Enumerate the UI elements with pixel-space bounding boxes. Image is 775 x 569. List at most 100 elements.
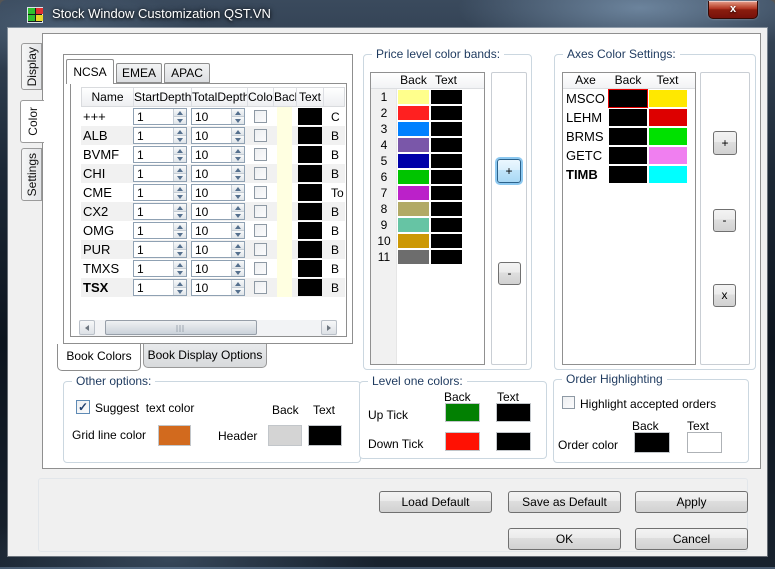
scroll-left-arrow-icon[interactable] — [79, 320, 95, 335]
start-depth-spinner[interactable] — [133, 279, 187, 296]
tab-display[interactable]: Display — [21, 43, 42, 90]
spinner-arrows-icon[interactable] — [231, 185, 244, 200]
total-depth-input[interactable] — [192, 242, 231, 257]
axe-text-swatch[interactable] — [648, 90, 687, 107]
band-back-swatch[interactable] — [398, 170, 429, 184]
total-depth-spinner[interactable] — [191, 127, 245, 144]
text-color-swatch[interactable] — [297, 108, 322, 125]
start-depth-spinner[interactable] — [133, 241, 187, 258]
text-color-swatch[interactable] — [297, 146, 322, 163]
color-checkbox[interactable] — [253, 186, 267, 199]
spinner-arrows-icon[interactable] — [231, 204, 244, 219]
axe-text-swatch[interactable] — [648, 128, 687, 145]
spinner-arrows-icon[interactable] — [231, 109, 244, 124]
band-text-swatch[interactable] — [430, 90, 462, 104]
axe-text-swatch[interactable] — [648, 166, 687, 183]
start-depth-input[interactable] — [134, 261, 173, 276]
color-checkbox[interactable] — [253, 167, 267, 180]
close-button[interactable]: x — [708, 1, 758, 19]
color-checkbox[interactable] — [253, 148, 267, 161]
spinner-arrows-icon[interactable] — [173, 204, 186, 219]
band-back-swatch[interactable] — [398, 250, 429, 264]
text-color-swatch[interactable] — [297, 184, 322, 201]
spinner-arrows-icon[interactable] — [231, 166, 244, 181]
band-back-swatch[interactable] — [398, 218, 429, 232]
order-text-swatch[interactable] — [687, 432, 722, 453]
tab-color[interactable]: Color — [20, 100, 44, 143]
back-color-swatch[interactable] — [277, 221, 292, 240]
spinner-arrows-icon[interactable] — [173, 280, 186, 295]
tab-settings[interactable]: Settings — [21, 148, 42, 201]
spinner-arrows-icon[interactable] — [173, 185, 186, 200]
band-text-swatch[interactable] — [430, 218, 462, 232]
delete-axe-button[interactable]: x — [713, 284, 736, 307]
text-color-swatch[interactable] — [297, 260, 322, 277]
total-depth-spinner[interactable] — [191, 260, 245, 277]
scrollbar-thumb[interactable] — [105, 320, 257, 335]
band-text-swatch[interactable] — [430, 122, 462, 136]
total-depth-spinner[interactable] — [191, 203, 245, 220]
color-checkbox[interactable] — [253, 224, 267, 237]
axe-back-swatch[interactable] — [609, 128, 647, 145]
band-text-swatch[interactable] — [430, 186, 462, 200]
total-depth-input[interactable] — [192, 147, 231, 162]
total-depth-spinner[interactable] — [191, 146, 245, 163]
text-color-swatch[interactable] — [297, 241, 322, 258]
save-as-default-button[interactable]: Save as Default — [508, 491, 621, 513]
total-depth-input[interactable] — [192, 223, 231, 238]
axe-back-swatch[interactable] — [609, 90, 647, 107]
back-color-swatch[interactable] — [277, 202, 292, 221]
add-band-button[interactable]: + — [497, 159, 521, 183]
band-text-swatch[interactable] — [430, 138, 462, 152]
spinner-arrows-icon[interactable] — [173, 261, 186, 276]
text-color-swatch[interactable] — [297, 279, 322, 296]
remove-axe-button[interactable]: - — [713, 209, 736, 232]
total-depth-spinner[interactable] — [191, 279, 245, 296]
tick-text-swatch[interactable] — [496, 432, 531, 451]
start-depth-input[interactable] — [134, 280, 173, 295]
band-text-swatch[interactable] — [430, 234, 462, 248]
back-color-swatch[interactable] — [277, 259, 292, 278]
header-totaldepth[interactable]: TotalDepth — [192, 88, 248, 106]
spinner-arrows-icon[interactable] — [173, 147, 186, 162]
back-color-swatch[interactable] — [277, 145, 292, 164]
color-checkbox[interactable] — [253, 129, 267, 142]
tick-back-swatch[interactable] — [445, 403, 480, 422]
start-depth-spinner[interactable] — [133, 184, 187, 201]
total-depth-spinner[interactable] — [191, 222, 245, 239]
text-color-swatch[interactable] — [297, 165, 322, 182]
total-depth-input[interactable] — [192, 204, 231, 219]
text-color-swatch[interactable] — [297, 203, 322, 220]
axe-back-swatch[interactable] — [609, 166, 647, 183]
spinner-arrows-icon[interactable] — [173, 166, 186, 181]
ok-button[interactable]: OK — [508, 528, 621, 550]
total-depth-input[interactable] — [192, 185, 231, 200]
header-text[interactable]: Text — [297, 88, 324, 106]
spinner-arrows-icon[interactable] — [231, 128, 244, 143]
band-back-swatch[interactable] — [398, 186, 429, 200]
band-back-swatch[interactable] — [398, 138, 429, 152]
tab-ncsa[interactable]: NCSA — [66, 59, 114, 84]
color-checkbox[interactable] — [253, 243, 267, 256]
header-back-swatch[interactable] — [268, 425, 302, 446]
total-depth-input[interactable] — [192, 109, 231, 124]
start-depth-spinner[interactable] — [133, 127, 187, 144]
header-name[interactable]: Name — [82, 88, 134, 106]
axe-back-swatch[interactable] — [609, 147, 647, 164]
back-color-swatch[interactable] — [277, 126, 292, 145]
start-depth-input[interactable] — [134, 242, 173, 257]
start-depth-input[interactable] — [134, 166, 173, 181]
start-depth-input[interactable] — [134, 185, 173, 200]
suggest-text-color-checkbox[interactable] — [76, 400, 90, 414]
spinner-arrows-icon[interactable] — [173, 109, 186, 124]
total-depth-input[interactable] — [192, 166, 231, 181]
spinner-arrows-icon[interactable] — [173, 128, 186, 143]
tab-apac[interactable]: APAC — [164, 63, 210, 83]
axe-text-swatch[interactable] — [648, 147, 687, 164]
tick-back-swatch[interactable] — [445, 432, 480, 451]
header-startdepth[interactable]: StartDepth — [134, 88, 192, 106]
axe-text-swatch[interactable] — [648, 109, 687, 126]
total-depth-spinner[interactable] — [191, 165, 245, 182]
band-text-swatch[interactable] — [430, 170, 462, 184]
axe-back-swatch[interactable] — [609, 109, 647, 126]
